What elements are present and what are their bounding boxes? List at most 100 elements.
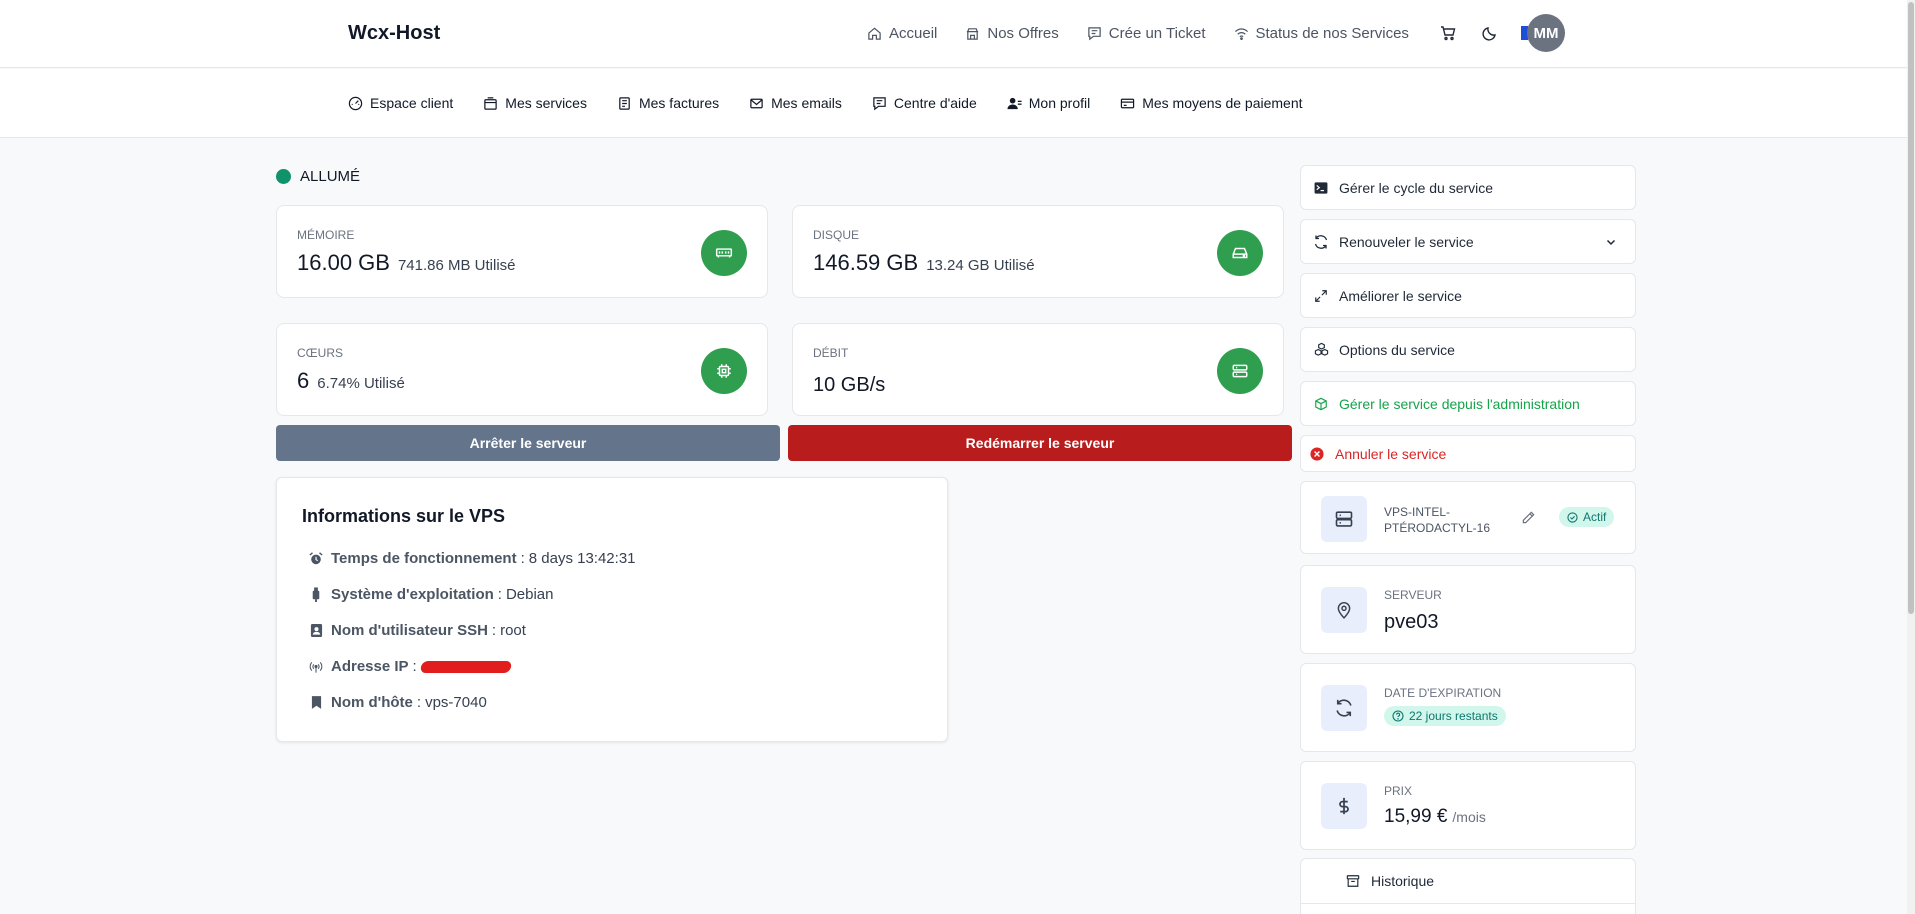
uptime-row: Temps de fonctionnement: 8 days 13:42:31 <box>309 550 636 567</box>
subnav-espace-client[interactable]: Espace client <box>348 95 453 111</box>
edit-icon[interactable] <box>1521 510 1536 525</box>
sync-icon <box>1321 685 1367 731</box>
bandwidth-label: DÉBIT <box>813 346 849 360</box>
dashboard-icon <box>348 96 363 111</box>
stop-server-button[interactable]: Arrêter le serveur <box>276 425 780 461</box>
subnav-mes-emails[interactable]: Mes emails <box>749 95 842 111</box>
subnav-mes-services[interactable]: Mes services <box>483 95 587 111</box>
memory-value: 16.00 GB <box>297 250 390 275</box>
cores-label: CŒURS <box>297 346 344 360</box>
alarm-clock-icon <box>309 551 323 567</box>
bandwidth-value: 10 GB/s <box>813 374 886 396</box>
account-navigation: Espace client Mes services Mes factures … <box>0 69 1915 138</box>
question-circle-icon <box>1392 710 1404 722</box>
memory-icon <box>701 230 747 276</box>
expiration-card: DATE D'EXPIRATION 22 jours restants <box>1300 663 1636 752</box>
vps-info-title: Informations sur le VPS <box>302 506 506 526</box>
memory-used: 741.86 MB Utilisé <box>397 257 516 274</box>
map-pin-icon <box>1321 587 1367 633</box>
id-badge-icon <box>309 623 323 639</box>
cube-icon <box>1313 396 1329 412</box>
subnav-moyens-paiement[interactable]: Mes moyens de paiement <box>1120 95 1303 111</box>
hostname-row: Nom d'hôte: vps-7040 <box>309 694 487 711</box>
wifi-icon <box>1234 26 1249 41</box>
help-icon <box>872 96 887 111</box>
bookmark-icon <box>309 695 323 711</box>
cores-used: 6.74% Utilisé <box>317 375 405 392</box>
vps-info-card: Informations sur le VPS Temps de fonctio… <box>276 477 948 742</box>
cart-icon[interactable] <box>1437 22 1459 44</box>
status-badge: Actif <box>1559 507 1615 528</box>
page-scrollbar[interactable] <box>1907 0 1915 914</box>
cores-card: CŒURS 6 6.74% Utilisé <box>276 323 768 416</box>
refresh-icon <box>1313 234 1329 250</box>
upgrade-service-button[interactable]: Améliorer le service <box>1300 273 1636 318</box>
message-icon <box>1087 26 1102 41</box>
chevron-down-icon <box>1605 236 1617 248</box>
disk-value: 146.59 GB <box>813 250 919 275</box>
boxes-icon <box>1313 342 1329 358</box>
os-value: Debian <box>505 586 554 603</box>
avatar[interactable]: MM <box>1527 14 1565 52</box>
memory-label: MÉMOIRE <box>297 228 355 242</box>
server-card: SERVEUR pve03 <box>1300 565 1636 654</box>
terminal-icon <box>1313 180 1329 196</box>
server-label: SERVEUR <box>1384 588 1442 602</box>
nav-accueil[interactable]: Accueil <box>867 25 937 42</box>
uptime-value: 8 days 13:42:31 <box>528 550 636 567</box>
admin-manage-button[interactable]: Gérer le service depuis l'administration <box>1300 381 1636 426</box>
server-status: ALLUMÉ <box>276 168 360 185</box>
price-label: PRIX <box>1384 784 1413 798</box>
ip-address-row: Adresse IP: <box>309 658 512 675</box>
cancel-service-button[interactable]: Annuler le service <box>1300 435 1636 472</box>
service-options-button[interactable]: Options du service <box>1300 327 1636 372</box>
subnav-mon-profil[interactable]: Mon profil <box>1007 95 1090 111</box>
subnav-mes-factures[interactable]: Mes factures <box>617 95 719 111</box>
moon-icon[interactable] <box>1479 22 1501 44</box>
disk-label: DISQUE <box>813 228 860 242</box>
store-icon <box>965 26 980 41</box>
renew-service-button[interactable]: Renouveler le service <box>1300 219 1636 264</box>
home-icon <box>867 26 882 41</box>
invoice-icon <box>617 96 632 111</box>
server-rack-icon <box>1321 496 1367 542</box>
bandwidth-card: DÉBIT 10 GB/s <box>792 323 1284 416</box>
top-header: Wcx-Host Accueil Nos Offres Crée un Tick… <box>0 0 1915 68</box>
box-icon <box>483 96 498 111</box>
expiration-badge: 22 jours restants <box>1384 706 1506 727</box>
close-circle-icon <box>1309 446 1325 462</box>
scrollbar-thumb[interactable] <box>1908 2 1914 614</box>
usb-icon <box>309 587 323 603</box>
archive-icon <box>1345 873 1361 889</box>
restart-server-button[interactable]: Redémarrer le serveur <box>788 425 1292 461</box>
mail-icon <box>749 96 764 111</box>
nav-status-services[interactable]: Status de nos Services <box>1234 25 1409 42</box>
brand-logo[interactable]: Wcx-Host <box>348 22 440 45</box>
server-value: pve03 <box>1384 611 1439 633</box>
memory-card: MÉMOIRE 16.00 GB 741.86 MB Utilisé <box>276 205 768 298</box>
history-button[interactable]: Historique <box>1300 858 1636 904</box>
ssh-user-row: Nom d'utilisateur SSH: root <box>309 622 526 639</box>
server-icon <box>1217 348 1263 394</box>
nav-nos-offres[interactable]: Nos Offres <box>965 25 1059 42</box>
manage-lifecycle-button[interactable]: Gérer le cycle du service <box>1300 165 1636 210</box>
disk-used: 13.24 GB Utilisé <box>926 257 1035 274</box>
expiration-label: DATE D'EXPIRATION <box>1384 686 1502 700</box>
check-circle-icon <box>1567 511 1578 523</box>
top-navigation: Accueil Nos Offres Crée un Ticket Status… <box>867 22 1557 44</box>
history-panel <box>1300 904 1636 914</box>
hostname-value: vps-7040 <box>425 694 487 711</box>
subnav-centre-aide[interactable]: Centre d'aide <box>872 95 977 111</box>
status-dot <box>276 169 291 184</box>
cpu-icon <box>701 348 747 394</box>
nav-cree-ticket[interactable]: Crée un Ticket <box>1087 25 1206 42</box>
user-icon <box>1007 96 1022 111</box>
ssh-user-value: root <box>500 622 526 639</box>
ip-address-redacted <box>419 660 512 673</box>
expand-icon <box>1313 288 1329 304</box>
price-value: 15,99 € <box>1384 806 1448 827</box>
card-icon <box>1120 96 1135 111</box>
cores-value: 6 <box>297 368 310 393</box>
broadcast-icon <box>309 659 323 675</box>
price-period: /mois <box>1452 809 1486 825</box>
